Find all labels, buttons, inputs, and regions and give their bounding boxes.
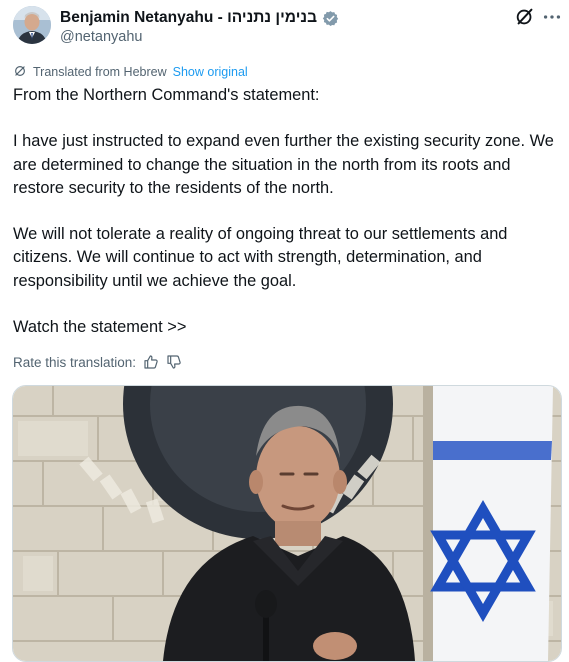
rate-translation-label: Rate this translation: [13, 354, 137, 370]
more-options-icon[interactable] [541, 6, 563, 28]
author-avatar[interactable] [13, 6, 51, 44]
thumbs-down-icon[interactable] [166, 354, 182, 370]
author-name-row: Benjamin Netanyahu - בנימין נתניהו [60, 8, 339, 28]
rate-translation-row: Rate this translation: [13, 352, 182, 372]
show-original-link[interactable]: Show original [173, 65, 248, 79]
tweet-paragraph-4[interactable]: Watch the statement >> [13, 316, 561, 339]
tweet-header: Benjamin Netanyahu - בנימין נתניהו @neta… [0, 0, 569, 56]
verified-badge-icon [322, 10, 339, 27]
translation-notice: Translated from Hebrew Show original [13, 63, 248, 81]
author-display-name[interactable]: Benjamin Netanyahu - בנימין נתניהו [60, 9, 317, 27]
translated-from-label: Translated from Hebrew [33, 65, 167, 79]
avatar-image [13, 6, 51, 44]
grok-icon[interactable] [514, 6, 536, 28]
video-thumbnail[interactable] [12, 385, 562, 662]
author-handle[interactable]: @netanyahu [60, 29, 142, 45]
tweet-text: From the Northern Command's statement: I… [13, 84, 561, 339]
video-thumbnail-image [13, 386, 561, 661]
translate-icon [13, 64, 27, 81]
thumbs-up-icon[interactable] [143, 354, 159, 370]
tweet-paragraph-2: I have just instructed to expand even fu… [13, 132, 554, 197]
tweet-paragraph-1: From the Northern Command's statement: [13, 86, 320, 104]
tweet-paragraph-3: We will not tolerate a reality of ongoin… [13, 225, 508, 290]
